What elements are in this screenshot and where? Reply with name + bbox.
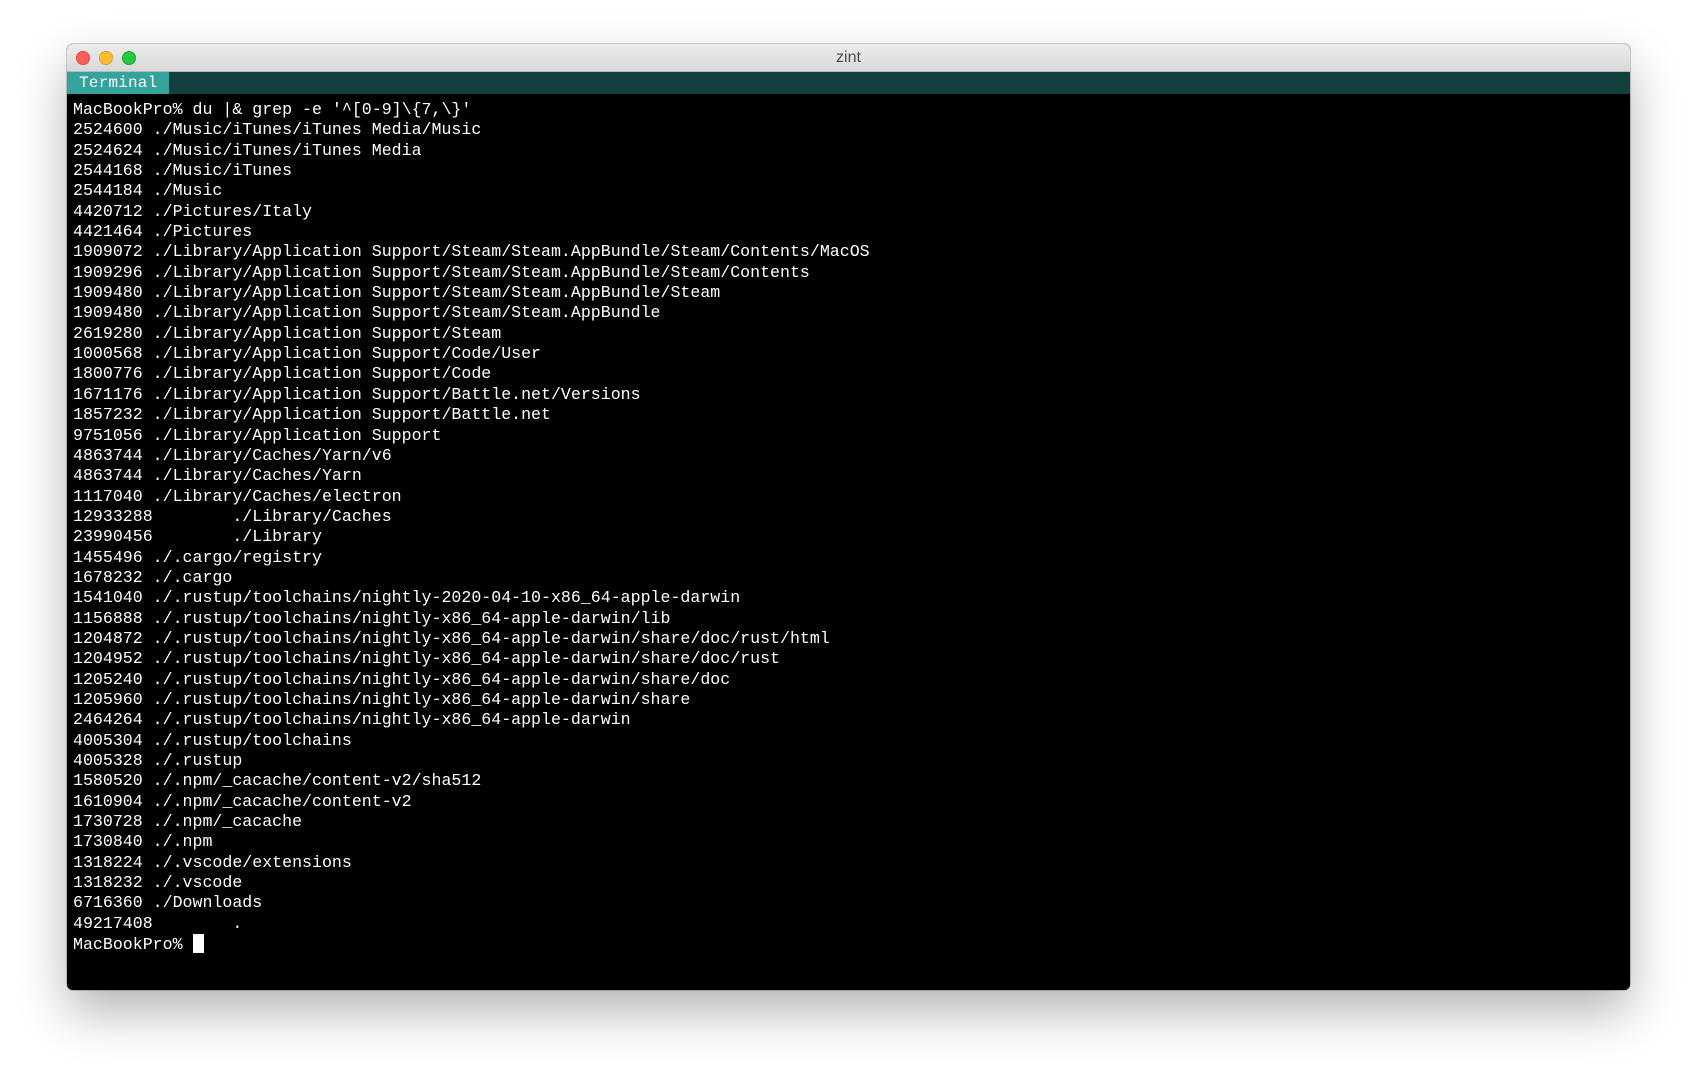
output-line: 1909296 ./Library/Application Support/St… [73, 262, 810, 282]
prompt-text: MacBookPro% [73, 935, 193, 955]
output-line: 1205960 ./.rustup/toolchains/nightly-x86… [73, 689, 691, 709]
output-line: 1909072 ./Library/Application Support/St… [73, 242, 870, 262]
output-line: 2619280 ./Library/Application Support/St… [73, 323, 502, 343]
output-line: 1610904 ./.npm/_cacache/content-v2 [73, 791, 412, 811]
window-title: zint [836, 49, 861, 66]
output-line: 1000568 ./Library/Application Support/Co… [73, 344, 542, 364]
output-line: 1909480 ./Library/Application Support/St… [73, 283, 721, 303]
output-line: 1205240 ./.rustup/toolchains/nightly-x86… [73, 669, 731, 689]
output-line: 1318224 ./.vscode/extensions [73, 852, 352, 872]
output-line: 1857232 ./Library/Application Support/Ba… [73, 405, 551, 425]
output-line: 1318232 ./.vscode [73, 873, 243, 893]
title-bar[interactable]: zint [67, 44, 1630, 72]
output-line: 4863744 ./Library/Caches/Yarn [73, 466, 362, 486]
output-line: 1730728 ./.npm/_cacache [73, 812, 303, 832]
output-line: 1455496 ./.cargo/registry [73, 547, 322, 567]
output-line: 1730840 ./.npm [73, 832, 213, 852]
output-line: 12933288 ./Library/Caches [73, 506, 392, 526]
output-line: 4863744 ./Library/Caches/Yarn/v6 [73, 445, 392, 465]
output-line: 4005304 ./.rustup/toolchains [73, 730, 352, 750]
tab-terminal[interactable]: Terminal [67, 72, 170, 94]
output-line: 1117040 ./Library/Caches/electron [73, 486, 402, 506]
output-line: 49217408 . [73, 913, 243, 933]
output-line: 4421464 ./Pictures [73, 222, 253, 242]
output-line: 4005328 ./.rustup [73, 751, 243, 770]
output-line: 1671176 ./Library/Application Support/Ba… [73, 384, 641, 404]
terminal-content[interactable]: MacBookPro% du |& grep -e '^[0-9]\{7,\}'… [67, 94, 1630, 990]
output-line: 2544168 ./Music/iTunes [73, 161, 293, 181]
command-line: MacBookPro% du |& grep -e '^[0-9]\{7,\}' [73, 100, 472, 119]
output-line: 9751056 ./Library/Application Support [73, 425, 442, 445]
output-line: 1204952 ./.rustup/toolchains/nightly-x86… [73, 649, 781, 669]
text-cursor [192, 934, 204, 954]
command-output: 2524600 ./Music/iTunes/iTunes Media/Musi… [73, 120, 1630, 934]
terminal-window: zint Terminal MacBookPro% du |& grep -e … [67, 44, 1630, 990]
output-line: 2524600 ./Music/iTunes/iTunes Media/Musi… [73, 120, 482, 140]
output-line: 1541040 ./.rustup/toolchains/nightly-202… [73, 588, 741, 608]
output-line: 4420712 ./Pictures/Italy [73, 201, 312, 221]
output-line: 1800776 ./Library/Application Support/Co… [73, 364, 492, 384]
output-line: 6716360 ./Downloads [73, 893, 263, 913]
output-line: 2464264 ./.rustup/toolchains/nightly-x86… [73, 710, 631, 730]
output-line: 1204872 ./.rustup/toolchains/nightly-x86… [73, 628, 830, 648]
desktop: zint Terminal MacBookPro% du |& grep -e … [0, 0, 1696, 1080]
output-line: 2544184 ./Music [73, 181, 223, 201]
output-line: 2524624 ./Music/iTunes/iTunes Media [73, 140, 422, 160]
output-line: 1909480 ./Library/Application Support/St… [73, 303, 661, 323]
output-line: 1678232 ./.cargo [73, 567, 233, 587]
output-line: 1580520 ./.npm/_cacache/content-v2/sha51… [73, 771, 482, 791]
tab-bar: Terminal [67, 72, 1630, 94]
prompt-line: MacBookPro% [73, 934, 1630, 954]
output-line: 23990456 ./Library [73, 527, 322, 547]
output-line: 1156888 ./.rustup/toolchains/nightly-x86… [73, 608, 671, 628]
